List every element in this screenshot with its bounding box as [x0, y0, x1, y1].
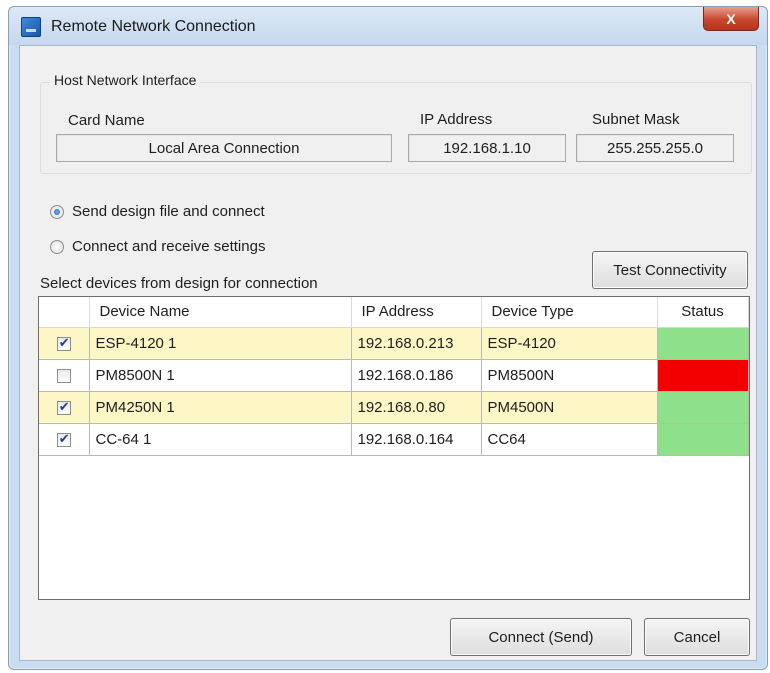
device-type-cell: CC64 — [481, 423, 658, 456]
status-indicator — [657, 391, 748, 423]
device-table: Device NameIP AddressDevice TypeStatus E… — [39, 297, 749, 456]
test-connectivity-button[interactable]: Test Connectivity — [592, 251, 748, 289]
row-checkbox-cell — [39, 391, 90, 424]
status-indicator — [657, 359, 748, 391]
status-cell — [657, 391, 749, 424]
host-network-group-label: Host Network Interface — [50, 72, 201, 88]
card-name-label: Card Name — [68, 112, 145, 129]
receive-settings-radio[interactable] — [50, 239, 64, 254]
device-name-cell: CC-64 1 — [89, 423, 352, 456]
connect-send-button[interactable]: Connect (Send) — [450, 618, 632, 656]
device-select-checkbox[interactable] — [56, 335, 71, 351]
table-row[interactable]: PM8500N 1 192.168.0.186 PM8500N — [39, 359, 749, 392]
status-indicator — [657, 423, 748, 455]
device-type-cell: PM4500N — [481, 391, 658, 424]
dialog-window: Remote Network Connection X Host Network… — [8, 6, 768, 670]
device-select-label: Select devices from design for connectio… — [40, 275, 318, 292]
row-checkbox-cell — [39, 327, 90, 360]
status-indicator — [657, 327, 748, 359]
send-design-option[interactable]: Send design file and connect — [50, 203, 265, 220]
subnet-mask-field: 255.255.255.0 — [576, 134, 734, 162]
receive-settings-label: Connect and receive settings — [72, 238, 266, 255]
device-grid[interactable]: Device NameIP AddressDevice TypeStatus E… — [38, 296, 750, 600]
checkbox-column-header[interactable] — [39, 297, 90, 328]
device-select-checkbox[interactable] — [56, 399, 71, 415]
table-header-row: Device Name IP Address Device Type Status — [39, 297, 749, 328]
status-cell — [657, 423, 749, 456]
ip-address-cell: 192.168.0.80 — [351, 391, 482, 424]
subnet-mask-label: Subnet Mask — [592, 111, 680, 128]
status-cell — [657, 359, 749, 392]
status-column-header[interactable]: Status — [657, 297, 749, 328]
table-row[interactable]: ESP-4120 1192.168.0.213ESP-4120 — [39, 327, 749, 360]
ip-address-cell: 192.168.0.186 — [351, 359, 482, 392]
ip-address-label: IP Address — [420, 111, 493, 128]
receive-settings-option[interactable]: Connect and receive settings — [50, 238, 265, 255]
ip-address-cell: 192.168.0.164 — [351, 423, 482, 456]
dialog-body: Host Network Interface Card Name IP Addr… — [19, 45, 757, 661]
device-select-checkbox[interactable] — [56, 431, 71, 447]
row-checkbox-cell — [39, 359, 90, 392]
app-icon — [21, 17, 41, 37]
device-name-cell: ESP-4120 1 — [89, 327, 352, 360]
device-name-cell: PM8500N 1 — [89, 359, 352, 392]
device-name-cell: PM4250N 1 — [89, 391, 352, 424]
table-row[interactable]: CC-64 1192.168.0.164CC64 — [39, 423, 749, 456]
row-checkbox-cell — [39, 423, 90, 456]
device-type-column-header[interactable]: Device Type — [481, 297, 658, 328]
ip-address-column-header[interactable]: IP Address — [351, 297, 482, 328]
send-design-label: Send design file and connect — [72, 203, 265, 220]
device-rows: ESP-4120 1192.168.0.213ESP-4120PM8500N 1… — [39, 327, 749, 456]
title-bar[interactable]: Remote Network Connection X — [9, 7, 767, 45]
device-type-cell: ESP-4120 — [481, 327, 658, 360]
card-name-field: Local Area Connection — [56, 134, 392, 162]
status-cell — [657, 327, 749, 360]
device-name-column-header[interactable]: Device Name — [89, 297, 352, 328]
device-select-checkbox[interactable] — [56, 368, 71, 383]
ip-address-cell: 192.168.0.213 — [351, 327, 482, 360]
cancel-button[interactable]: Cancel — [644, 618, 750, 656]
send-design-radio[interactable] — [50, 204, 64, 219]
close-button[interactable]: X — [703, 7, 759, 31]
device-type-cell: PM8500N — [481, 359, 658, 392]
ip-address-field: 192.168.1.10 — [408, 134, 566, 162]
table-row[interactable]: PM4250N 1192.168.0.80PM4500N — [39, 391, 749, 424]
window-title: Remote Network Connection — [51, 18, 256, 35]
